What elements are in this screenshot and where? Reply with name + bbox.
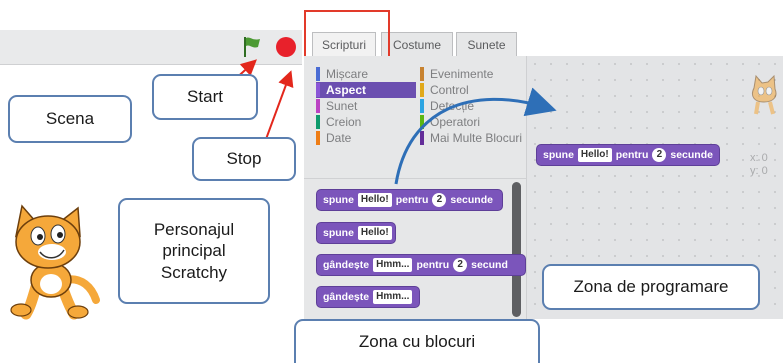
category-label: Operatori (430, 115, 481, 129)
category-control[interactable]: Control (420, 82, 526, 98)
callout-zona-de-programare: Zona de programare (542, 264, 760, 310)
block-text: spune (323, 194, 354, 206)
category-aspect[interactable]: Aspect (316, 82, 416, 98)
category-list-right: Evenimente Control Detecție Operatori Ma… (420, 66, 526, 146)
tab-sunete[interactable]: Sunete (456, 32, 517, 56)
callout-zona-cu-blocuri: Zona cu blocuri (294, 319, 540, 363)
block-text: pentru (395, 194, 429, 206)
scratch-cat-sprite (10, 204, 100, 320)
callout-stop: Stop (192, 137, 296, 181)
block-text: pentru (615, 149, 649, 161)
block-number-input[interactable]: 2 (652, 148, 667, 162)
callout-start: Start (152, 74, 258, 120)
category-label: Aspect (326, 83, 367, 97)
block-text: secunde (670, 149, 713, 161)
callout-text: Scratchy (160, 262, 228, 282)
callout-scena: Scena (8, 95, 132, 143)
category-label: Evenimente (430, 67, 494, 81)
callout-text: Zona de programare (573, 277, 729, 297)
block-gandeste-pentru-secunde[interactable]: gândește Hmm... pentru 2 secund (316, 254, 526, 276)
callout-text: Personajul (153, 220, 235, 240)
category-miscare[interactable]: Mișcare (316, 66, 416, 82)
category-label: Mai Multe Blocuri (430, 131, 523, 145)
category-list-left: Mișcare Aspect Sunet Creion Date (316, 66, 416, 146)
category-evenimente[interactable]: Evenimente (420, 66, 526, 82)
stop-sign-icon[interactable] (276, 37, 296, 57)
category-label: Control (430, 83, 469, 97)
callout-text: Zona cu blocuri (358, 332, 476, 352)
block-spune-pentru-secunde[interactable]: spune Hello! pentru 2 secunde (316, 189, 503, 211)
category-mai-multe-blocuri[interactable]: Mai Multe Blocuri (420, 130, 526, 146)
block-gandeste[interactable]: gândește Hmm... (316, 286, 420, 308)
block-text: spune (543, 149, 574, 161)
category-sunet[interactable]: Sunet (316, 98, 416, 114)
block-text-input[interactable]: Hmm... (373, 290, 413, 304)
block-spune[interactable]: spune Hello! (316, 222, 396, 244)
category-creion[interactable]: Creion (316, 114, 416, 130)
block-number-input[interactable]: 2 (432, 193, 447, 207)
script-block-spune-pentru-secunde[interactable]: spune Hello! pentru 2 secunde (536, 144, 720, 166)
block-text-input[interactable]: Hello! (357, 193, 392, 207)
callout-text: Stop (226, 149, 262, 169)
block-text: gândește (323, 291, 370, 303)
category-detectie[interactable]: Detecție (420, 98, 526, 114)
tab-costume[interactable]: Costume (381, 32, 453, 56)
green-flag-icon[interactable] (242, 36, 262, 58)
coord-y: y: 0 (750, 165, 768, 177)
block-text: gândește (323, 259, 370, 271)
category-label: Creion (326, 115, 362, 129)
callout-text: Scena (45, 109, 95, 129)
palette-scrollbar[interactable] (512, 182, 521, 317)
block-number-input[interactable]: 2 (453, 258, 468, 272)
callout-text: principal (162, 241, 226, 261)
category-label: Detecție (430, 99, 475, 113)
sprite-coordinates: x: 0 y: 0 (750, 152, 768, 178)
callout-text: Start (187, 87, 223, 107)
category-label: Sunet (326, 99, 358, 113)
coord-x: x: 0 (750, 152, 768, 164)
block-text: pentru (416, 259, 450, 271)
callout-personaj: Personajul principal Scratchy (118, 198, 270, 304)
category-label: Date (326, 131, 352, 145)
block-text: secunde (450, 194, 493, 206)
block-text-input[interactable]: Hello! (577, 148, 612, 162)
category-label: Mișcare (326, 67, 369, 81)
block-text-input[interactable]: Hello! (357, 226, 392, 240)
sprite-thumbnail-icon (751, 74, 777, 115)
block-text: spune (323, 227, 354, 239)
category-operatori[interactable]: Operatori (420, 114, 526, 130)
block-text-input[interactable]: Hmm... (373, 258, 413, 272)
block-text: secund (471, 259, 508, 271)
category-date[interactable]: Date (316, 130, 416, 146)
